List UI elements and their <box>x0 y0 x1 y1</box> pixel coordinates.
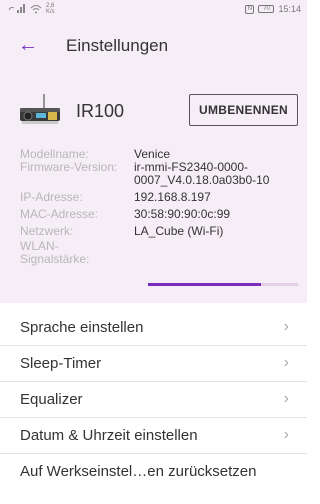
info-label: Netzwerk: <box>20 224 74 238</box>
info-value: 192.168.8.197 <box>134 190 211 204</box>
network-speed: 2,6 K/s <box>46 3 55 15</box>
info-label: MAC-Adresse: <box>20 207 99 221</box>
menu-item-label: Sprache einstellen <box>20 319 144 336</box>
info-row-mac: MAC-Adresse: 30:58:90:90:0c:99 <box>20 208 300 221</box>
chevron-right-icon: › <box>283 426 289 443</box>
phone-signal-icon <box>8 4 25 13</box>
menu-item-label: Sleep-Timer <box>20 355 102 372</box>
page-title: Einstellungen <box>66 36 169 55</box>
nfc-icon: N <box>245 4 255 14</box>
status-bar: 2,6 K/s N 70 15:14 <box>0 0 307 20</box>
info-row-firmware: Firmware-Version: ir-mmi-FS2340-0000-000… <box>20 161 300 187</box>
chevron-right-icon: › <box>283 354 289 371</box>
chevron-right-icon: › <box>283 390 289 407</box>
chevron-right-icon: › <box>283 318 289 335</box>
device-header: IR100 UMBENENNEN <box>0 92 307 142</box>
menu-item-date-time[interactable]: Datum & Uhrzeit einstellen › <box>0 418 307 454</box>
app-bar: ← Einstellungen <box>0 27 307 67</box>
status-bar-left: 2,6 K/s <box>8 3 55 15</box>
info-value: 30:58:90:90:0c:99 <box>134 207 231 221</box>
settings-menu: Sprache einstellen › Sleep-Timer › Equal… <box>0 310 307 490</box>
info-value: LA_Cube (Wi-Fi) <box>134 224 224 238</box>
info-label: IP-Adresse: <box>20 190 83 204</box>
info-label: WLAN-Signalstärke: <box>20 239 90 266</box>
menu-item-language[interactable]: Sprache einstellen › <box>0 310 307 346</box>
info-row-network: Netzwerk: LA_Cube (Wi-Fi) <box>20 225 300 238</box>
info-value: ir-mmi-FS2340-0000-0007_V4.0.18.0a03b0-1… <box>134 160 270 187</box>
battery-icon: 70 <box>258 5 275 13</box>
device-name: IR100 <box>76 101 125 121</box>
status-bar-right: N 70 15:14 <box>245 4 301 14</box>
wlan-signal-fill <box>148 283 261 286</box>
menu-item-factory-reset[interactable]: Auf Werkseinstel…en zurücksetzen <box>0 454 307 490</box>
network-speed-unit: K/s <box>46 9 55 15</box>
device-info: Modellname: Venice Firmware-Version: ir-… <box>20 148 300 266</box>
menu-item-label: Datum & Uhrzeit einstellen <box>20 427 198 444</box>
menu-item-equalizer[interactable]: Equalizer › <box>0 382 307 418</box>
menu-item-label: Equalizer <box>20 391 83 408</box>
wifi-icon <box>30 5 42 14</box>
info-row-ip: IP-Adresse: 192.168.8.197 <box>20 191 300 204</box>
menu-item-label: Auf Werkseinstel…en zurücksetzen <box>20 463 257 480</box>
wlan-signal-bar <box>148 283 298 286</box>
status-time: 15:14 <box>278 4 301 14</box>
info-row-wlan: WLAN-Signalstärke: <box>20 240 300 266</box>
back-arrow-icon[interactable]: ← <box>18 34 38 56</box>
info-label: Firmware-Version: <box>20 160 118 174</box>
rename-button[interactable]: UMBENENNEN <box>189 94 298 126</box>
radio-device-icon <box>20 94 60 124</box>
menu-item-sleep-timer[interactable]: Sleep-Timer › <box>0 346 307 382</box>
